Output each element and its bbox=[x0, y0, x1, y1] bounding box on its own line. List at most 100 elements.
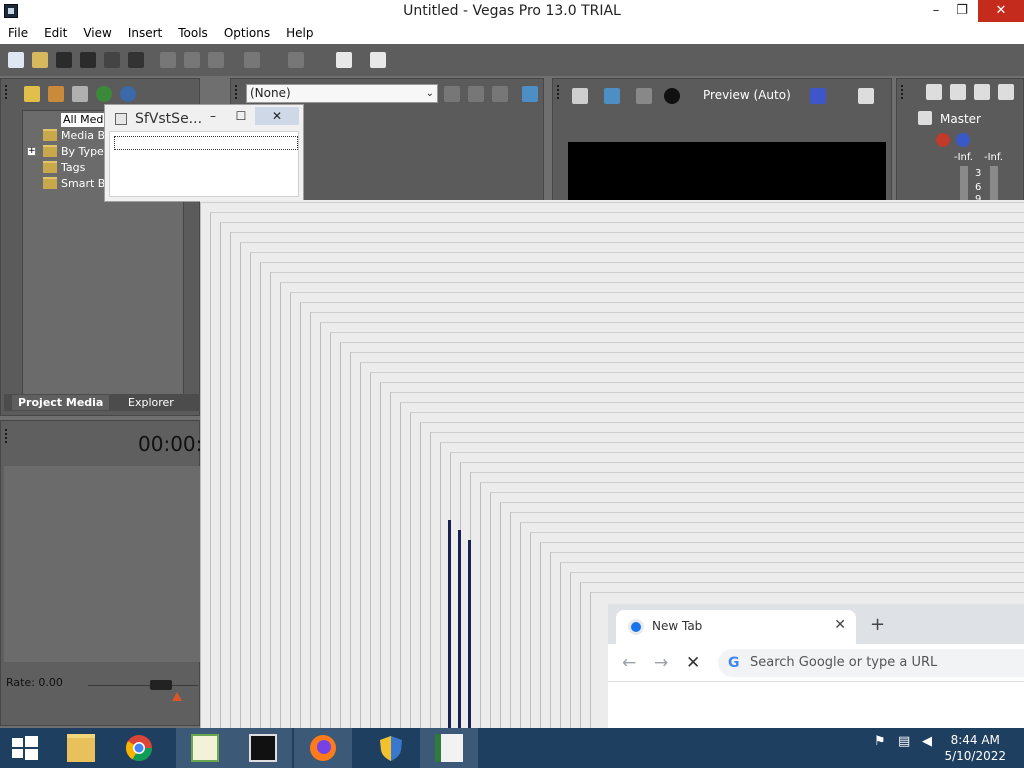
cut-icon[interactable] bbox=[160, 52, 176, 68]
properties-icon[interactable] bbox=[128, 52, 144, 68]
copy-snapshot-icon[interactable] bbox=[858, 88, 874, 104]
start-button[interactable] bbox=[0, 728, 48, 768]
record-icon[interactable] bbox=[664, 88, 680, 104]
overlays-icon[interactable] bbox=[810, 88, 826, 104]
save-icon[interactable] bbox=[56, 52, 72, 68]
network-icon[interactable]: ▤ bbox=[898, 734, 910, 749]
new-tab-button[interactable]: + bbox=[870, 614, 885, 635]
redo-icon[interactable] bbox=[288, 52, 304, 68]
web-icon[interactable] bbox=[96, 86, 112, 102]
mixer-audio-icon[interactable] bbox=[974, 84, 990, 100]
plugin-add-icon[interactable] bbox=[468, 86, 484, 102]
taskbar-security[interactable] bbox=[362, 728, 420, 768]
stop-loading-icon[interactable]: ✕ bbox=[686, 653, 700, 673]
panel-grip[interactable] bbox=[557, 85, 560, 99]
envelope-tool-icon[interactable] bbox=[370, 52, 386, 68]
plugin-close-button[interactable]: ✕ bbox=[255, 107, 299, 125]
new-project-icon[interactable] bbox=[8, 52, 24, 68]
restore-button[interactable]: ❐ bbox=[944, 0, 980, 22]
panel-grip[interactable] bbox=[901, 85, 904, 99]
search-media-icon[interactable] bbox=[120, 86, 136, 102]
menu-view[interactable]: View bbox=[75, 24, 119, 44]
menu-edit[interactable]: Edit bbox=[36, 24, 75, 44]
rate-slider-thumb[interactable] bbox=[150, 680, 172, 690]
master-meter-left bbox=[960, 166, 968, 200]
plugin-remove-icon[interactable] bbox=[492, 86, 508, 102]
mixer-insert-icon[interactable] bbox=[926, 84, 942, 100]
save-as-icon[interactable] bbox=[80, 52, 96, 68]
plugin-window-body bbox=[109, 131, 299, 197]
capture-icon[interactable] bbox=[48, 86, 64, 102]
browser-tab-title: New Tab bbox=[652, 619, 703, 633]
menu-bar: File Edit View Insert Tools Options Help bbox=[0, 24, 1024, 44]
mixer-bus-icon[interactable] bbox=[950, 84, 966, 100]
copy-icon[interactable] bbox=[184, 52, 200, 68]
tree-item-by-type[interactable]: By Type bbox=[43, 145, 104, 159]
edit-tool-icon[interactable] bbox=[336, 52, 352, 68]
back-arrow-icon[interactable]: ← bbox=[622, 653, 636, 673]
title-bar: Untitled - Vegas Pro 13.0 TRIAL – ❐ ✕ bbox=[0, 0, 1024, 24]
plugin-preview-icon[interactable] bbox=[522, 86, 538, 102]
tab-project-media[interactable]: Project Media bbox=[12, 395, 110, 410]
preview-quality-select[interactable]: Preview (Auto) bbox=[703, 88, 791, 102]
chrome-favicon-icon bbox=[628, 619, 644, 635]
panel-grip[interactable] bbox=[5, 85, 8, 99]
taskbar-vegas[interactable] bbox=[234, 728, 292, 768]
plugin-maximize-button[interactable]: ☐ bbox=[227, 107, 255, 125]
action-center-icon[interactable]: ⚑ bbox=[874, 734, 886, 749]
preview-props-icon[interactable] bbox=[572, 88, 588, 104]
plugin-chain-icon[interactable] bbox=[444, 86, 460, 102]
forward-arrow-icon[interactable]: → bbox=[654, 653, 668, 673]
omnibox[interactable]: G Search Google or type a URL bbox=[718, 649, 1024, 677]
tab-close-icon[interactable]: ✕ bbox=[834, 617, 846, 633]
folder-icon bbox=[43, 145, 57, 157]
chrome-window: New Tab ✕ + ← → ✕ G Search Google or typ… bbox=[608, 604, 1024, 728]
master-meter-right bbox=[990, 166, 998, 200]
volume-muted-icon[interactable]: ◀ bbox=[922, 734, 932, 749]
mixer-columns-icon[interactable] bbox=[998, 84, 1014, 100]
expand-icon[interactable]: + bbox=[27, 147, 36, 156]
browser-tab[interactable]: New Tab ✕ bbox=[616, 610, 856, 644]
rate-slider-track[interactable] bbox=[88, 685, 198, 686]
tree-item-tags[interactable]: Tags bbox=[43, 161, 85, 175]
external-monitor-icon[interactable] bbox=[604, 88, 620, 104]
taskbar-file-explorer[interactable] bbox=[52, 728, 110, 768]
system-clock[interactable]: 8:44 AM 5/10/2022 bbox=[944, 732, 1006, 764]
close-button[interactable]: ✕ bbox=[978, 0, 1024, 22]
master-mute-icon[interactable] bbox=[956, 133, 970, 147]
import-media-icon[interactable] bbox=[24, 86, 40, 102]
menu-tools[interactable]: Tools bbox=[170, 24, 216, 44]
window-title: Untitled - Vegas Pro 13.0 TRIAL bbox=[403, 3, 621, 19]
trimmer-view[interactable] bbox=[4, 466, 200, 662]
video-preview-screen bbox=[568, 142, 886, 202]
vegas-icon bbox=[249, 734, 277, 762]
master-fx-icon[interactable] bbox=[936, 133, 950, 147]
paste-icon[interactable] bbox=[208, 52, 224, 68]
folder-icon bbox=[43, 161, 57, 173]
menu-options[interactable]: Options bbox=[216, 24, 278, 44]
split-screen-icon[interactable] bbox=[636, 88, 652, 104]
undo-icon[interactable] bbox=[244, 52, 260, 68]
folder-icon bbox=[67, 734, 95, 762]
folder-icon bbox=[43, 129, 57, 141]
plugin-minimize-button[interactable]: – bbox=[199, 107, 227, 125]
menu-file[interactable]: File bbox=[0, 24, 36, 44]
taskbar-notepad[interactable] bbox=[176, 728, 234, 768]
panel-grip[interactable] bbox=[5, 429, 8, 443]
trail-dark-line bbox=[468, 540, 471, 730]
panel-grip[interactable] bbox=[235, 85, 238, 99]
get-media-icon[interactable] bbox=[72, 86, 88, 102]
tab-explorer[interactable]: Explorer bbox=[122, 395, 180, 410]
taskbar-firefox[interactable] bbox=[294, 728, 352, 768]
playhead-marker-icon[interactable] bbox=[172, 692, 182, 701]
notepad-icon bbox=[191, 734, 219, 762]
taskbar-window-app[interactable] bbox=[420, 728, 478, 768]
menu-insert[interactable]: Insert bbox=[120, 24, 170, 44]
open-icon[interactable] bbox=[32, 52, 48, 68]
render-icon[interactable] bbox=[104, 52, 120, 68]
menu-help[interactable]: Help bbox=[278, 24, 321, 44]
fx-preset-select[interactable]: (None) ⌄ bbox=[246, 84, 438, 103]
taskbar-chrome[interactable] bbox=[110, 728, 168, 768]
plugin-focus-field[interactable] bbox=[114, 136, 298, 150]
master-label: Master bbox=[940, 112, 981, 126]
